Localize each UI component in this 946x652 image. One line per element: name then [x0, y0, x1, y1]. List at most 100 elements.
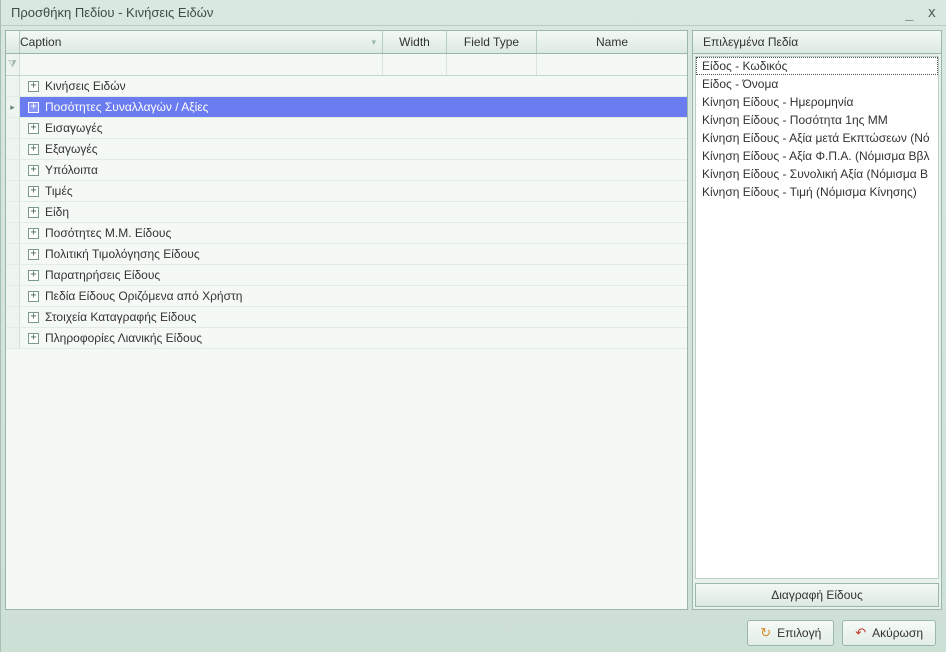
expand-icon[interactable]: +	[28, 123, 39, 134]
minimize-button[interactable]: _	[905, 5, 913, 21]
tree-row-label: Παρατηρήσεις Είδους	[43, 268, 160, 282]
expand-icon[interactable]: +	[28, 144, 39, 155]
row-handle	[6, 97, 20, 117]
tree-row-label: Ποσότητες Μ.Μ. Είδους	[43, 226, 171, 240]
filter-type[interactable]	[447, 54, 537, 75]
selected-field-item[interactable]: Κίνηση Είδους - Ποσότητα 1ης ΜΜ	[696, 111, 938, 129]
selected-field-item[interactable]: Κίνηση Είδους - Αξία μετά Εκπτώσεων (Νό	[696, 129, 938, 147]
expand-icon[interactable]: +	[28, 312, 39, 323]
selected-field-item[interactable]: Είδος - Όνομα	[696, 75, 938, 93]
window-title: Προσθήκη Πεδίου - Κινήσεις Ειδών	[11, 5, 213, 20]
column-name[interactable]: Name	[537, 31, 687, 53]
grid-body[interactable]: +Κινήσεις Ειδών+Ποσότητες Συναλλαγών / Α…	[6, 76, 687, 609]
selected-field-item[interactable]: Κίνηση Είδους - Συνολική Αξία (Νόμισμα Β	[696, 165, 938, 183]
selected-fields-panel: Επιλεγμένα Πεδία Είδος - ΚωδικόςΕίδος - …	[692, 30, 942, 610]
expand-icon[interactable]: +	[28, 102, 39, 113]
filter-handle: ⧩	[6, 54, 20, 75]
tree-row-label: Πολιτική Τιμολόγησης Είδους	[43, 247, 200, 261]
tree-row-label: Ποσότητες Συναλλαγών / Αξίες	[43, 100, 208, 114]
tree-row-label: Εξαγωγές	[43, 142, 98, 156]
expand-icon[interactable]: +	[28, 81, 39, 92]
tree-row[interactable]: + Είδη	[6, 202, 687, 223]
column-width[interactable]: Width	[383, 31, 447, 53]
expand-icon[interactable]: +	[28, 186, 39, 197]
tree-row[interactable]: + Πληροφορίες Λιανικής Είδους	[6, 328, 687, 349]
row-content: + Εισαγωγές	[20, 118, 687, 138]
row-content: + Παρατηρήσεις Είδους	[20, 265, 687, 285]
close-button[interactable]: x	[928, 5, 936, 21]
row-handle	[6, 202, 20, 222]
select-button[interactable]: ↻ Επιλογή	[747, 620, 834, 646]
row-handle	[6, 328, 20, 348]
row-handle	[6, 181, 20, 201]
column-caption[interactable]: Caption ▾	[20, 31, 383, 53]
expand-icon[interactable]: +	[28, 207, 39, 218]
selected-fields-header: Επιλεγμένα Πεδία	[693, 31, 941, 54]
tree-row[interactable]: + Πεδία Είδους Οριζόμενα από Χρήστη	[6, 286, 687, 307]
expand-icon[interactable]: +	[28, 165, 39, 176]
tree-row[interactable]: + Ποσότητες Μ.Μ. Είδους	[6, 223, 687, 244]
tree-row-label: Πληροφορίες Λιανικής Είδους	[43, 331, 202, 345]
row-content: + Πληροφορίες Λιανικής Είδους	[20, 328, 687, 348]
filter-icon[interactable]: ▾	[371, 37, 376, 48]
tree-row-label: Τιμές	[43, 184, 73, 198]
column-field-type[interactable]: Field Type	[447, 31, 537, 53]
row-content: +Κινήσεις Ειδών	[20, 76, 687, 96]
delete-field-label: Διαγραφή Είδους	[771, 588, 863, 602]
tree-row[interactable]: +Κινήσεις Ειδών	[6, 76, 687, 97]
tree-row[interactable]: + Εισαγωγές	[6, 118, 687, 139]
row-handle	[6, 265, 20, 285]
expand-icon[interactable]: +	[28, 249, 39, 260]
row-content: + Πεδία Είδους Οριζόμενα από Χρήστη	[20, 286, 687, 306]
tree-row[interactable]: +Υπόλοιπα	[6, 160, 687, 181]
tree-row[interactable]: + Εξαγωγές	[6, 139, 687, 160]
tree-row[interactable]: + Στοιχεία Καταγραφής Είδους	[6, 307, 687, 328]
tree-row-label: Είδη	[43, 205, 69, 219]
filter-caption[interactable]	[20, 54, 383, 75]
row-content: +Υπόλοιπα	[20, 160, 687, 180]
row-handle	[6, 160, 20, 180]
expand-icon[interactable]: +	[28, 333, 39, 344]
row-content: + Ποσότητες Συναλλαγών / Αξίες	[20, 97, 687, 117]
tree-row[interactable]: + Παρατηρήσεις Είδους	[6, 265, 687, 286]
selected-fields-title: Επιλεγμένα Πεδία	[703, 35, 798, 49]
selected-fields-list[interactable]: Είδος - ΚωδικόςΕίδος - ΌνομαΚίνηση Είδου…	[695, 56, 939, 579]
window-controls: _ x	[905, 5, 936, 21]
row-content: + Πολιτική Τιμολόγησης Είδους	[20, 244, 687, 264]
refresh-icon: ↻	[760, 625, 771, 641]
titlebar: Προσθήκη Πεδίου - Κινήσεις Ειδών _ x	[1, 0, 946, 26]
dialog-window: Προσθήκη Πεδίου - Κινήσεις Ειδών _ x Cap…	[0, 0, 946, 652]
selected-field-item[interactable]: Κίνηση Είδους - Αξία Φ.Π.Α. (Νόμισμα Ββλ	[696, 147, 938, 165]
row-handle	[6, 286, 20, 306]
expand-icon[interactable]: +	[28, 291, 39, 302]
selected-field-item[interactable]: Κίνηση Είδους - Τιμή (Νόμισμα Κίνησης)	[696, 183, 938, 201]
row-content: + Τιμές	[20, 181, 687, 201]
row-handle-header	[6, 31, 20, 53]
tree-row[interactable]: + Πολιτική Τιμολόγησης Είδους	[6, 244, 687, 265]
row-handle	[6, 223, 20, 243]
row-content: + Είδη	[20, 202, 687, 222]
cancel-button[interactable]: ↶ Ακύρωση	[842, 620, 936, 646]
delete-field-button[interactable]: Διαγραφή Είδους	[695, 583, 939, 607]
row-handle	[6, 244, 20, 264]
undo-icon: ↶	[855, 625, 866, 641]
tree-row-label: Στοιχεία Καταγραφής Είδους	[43, 310, 196, 324]
row-content: + Στοιχεία Καταγραφής Είδους	[20, 307, 687, 327]
tree-row-label: Πεδία Είδους Οριζόμενα από Χρήστη	[43, 289, 242, 303]
row-content: + Ποσότητες Μ.Μ. Είδους	[20, 223, 687, 243]
funnel-icon: ⧩	[8, 59, 17, 70]
column-name-label: Name	[596, 35, 628, 49]
content-area: Caption ▾ Width Field Type Name ⧩	[1, 26, 946, 614]
tree-row[interactable]: + Τιμές	[6, 181, 687, 202]
expand-icon[interactable]: +	[28, 270, 39, 281]
tree-row[interactable]: + Ποσότητες Συναλλαγών / Αξίες	[6, 97, 687, 118]
row-handle	[6, 307, 20, 327]
tree-row-label: Εισαγωγές	[43, 121, 103, 135]
column-caption-label: Caption	[20, 35, 61, 49]
expand-icon[interactable]: +	[28, 228, 39, 239]
selected-field-item[interactable]: Κίνηση Είδους - Ημερομηνία	[696, 93, 938, 111]
filter-name[interactable]	[537, 54, 687, 75]
selected-field-item[interactable]: Είδος - Κωδικός	[696, 57, 938, 75]
filter-width[interactable]	[383, 54, 447, 75]
cancel-button-label: Ακύρωση	[872, 626, 923, 640]
